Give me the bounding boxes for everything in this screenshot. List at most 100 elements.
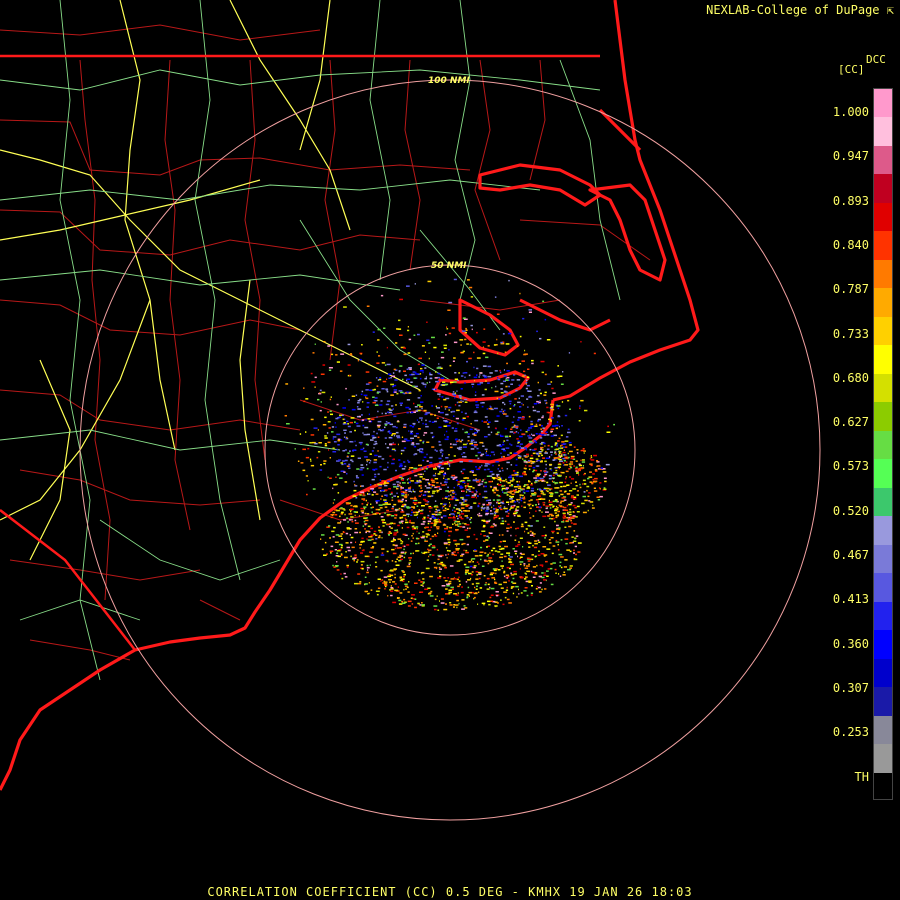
echo-pixel <box>336 361 340 363</box>
echo-pixel <box>391 496 394 499</box>
echo-pixel <box>506 439 509 442</box>
echo-pixel <box>440 503 443 505</box>
echo-pixel <box>531 359 534 362</box>
echo-pixel <box>549 507 552 509</box>
echo-pixel <box>387 595 389 597</box>
echo-pixel <box>363 507 366 510</box>
echo-pixel <box>469 518 471 521</box>
echo-pixel <box>535 433 538 435</box>
echo-pixel <box>481 565 485 567</box>
echo-pixel <box>497 569 501 571</box>
echo-pixel <box>496 594 499 597</box>
echo-pixel <box>420 591 424 593</box>
echo-pixel <box>452 492 455 495</box>
echo-pixel <box>330 353 334 356</box>
echo-pixel <box>444 438 449 441</box>
echo-pixel <box>495 515 499 517</box>
echo-pixel <box>491 572 495 574</box>
echo-pixel <box>311 381 316 383</box>
echo-pixel <box>503 581 507 584</box>
echo-pixel <box>401 482 406 484</box>
echo-pixel <box>466 527 469 530</box>
echo-pixel <box>365 419 367 421</box>
echo-pixel <box>516 484 520 486</box>
echo-pixel <box>548 539 551 541</box>
echo-pixel <box>413 445 417 448</box>
echo-pixel <box>523 501 526 504</box>
echo-pixel <box>584 499 588 502</box>
echo-pixel <box>395 431 399 434</box>
echo-pixel <box>327 411 329 413</box>
echo-pixel <box>459 583 461 586</box>
echo-pixel <box>448 505 451 508</box>
echo-pixel <box>352 450 354 452</box>
echo-pixel <box>582 465 584 467</box>
echo-pixel <box>412 532 414 535</box>
echo-pixel <box>489 499 491 501</box>
echo-pixel <box>518 485 522 488</box>
echo-pixel <box>429 554 432 556</box>
echo-pixel <box>548 418 551 421</box>
echo-pixel <box>527 368 530 370</box>
echo-pixel <box>361 344 363 346</box>
echo-pixel <box>394 589 399 592</box>
echo-pixel <box>495 509 499 511</box>
echo-pixel <box>518 501 520 504</box>
echo-pixel <box>541 511 543 513</box>
echo-pixel <box>440 367 443 370</box>
echo-pixel <box>515 474 519 476</box>
echo-pixel <box>445 334 447 336</box>
echo-pixel <box>384 506 388 508</box>
echo-pixel <box>575 516 578 518</box>
echo-pixel <box>370 589 373 591</box>
echo-pixel <box>327 345 331 347</box>
echo-pixel <box>475 538 478 540</box>
echo-pixel <box>530 570 533 573</box>
echo-pixel <box>429 373 433 376</box>
echo-pixel <box>403 461 406 463</box>
echo-pixel <box>494 390 499 393</box>
echo-pixel <box>514 426 519 428</box>
echo-pixel <box>413 377 417 379</box>
echo-pixel <box>470 441 473 443</box>
echo-pixel <box>454 520 457 523</box>
echo-pixel <box>354 421 356 423</box>
echo-pixel <box>418 495 421 497</box>
echo-pixel <box>564 559 568 561</box>
echo-pixel <box>472 487 475 489</box>
echo-pixel <box>576 452 579 454</box>
echo-pixel <box>510 428 513 430</box>
echo-pixel <box>322 364 326 366</box>
echo-pixel <box>465 581 468 583</box>
echo-pixel <box>508 385 510 388</box>
echo-pixel <box>345 542 349 544</box>
echo-pixel <box>544 572 546 574</box>
echo-pixel <box>582 483 584 485</box>
echo-pixel <box>484 481 488 484</box>
echo-pixel <box>399 365 403 367</box>
echo-pixel <box>506 566 510 569</box>
echo-pixel <box>408 563 410 566</box>
echo-pixel <box>483 328 486 330</box>
echo-pixel <box>353 489 357 492</box>
echo-pixel <box>446 425 451 427</box>
echo-pixel <box>506 501 509 503</box>
echo-pixel <box>412 552 414 555</box>
echo-pixel <box>538 509 540 512</box>
echo-pixel <box>477 451 482 454</box>
echo-pixel <box>416 550 420 552</box>
echo-pixel <box>351 441 354 443</box>
echo-pixel <box>450 381 454 384</box>
echo-pixel <box>562 512 566 515</box>
echo-pixel <box>339 515 341 518</box>
echo-pixel <box>515 509 519 512</box>
echo-pixel <box>523 461 528 463</box>
echo-pixel <box>517 416 522 419</box>
echo-pixel <box>435 405 437 408</box>
echo-pixel <box>536 400 539 403</box>
echo-pixel <box>446 468 450 470</box>
echo-pixel <box>388 531 391 533</box>
echo-pixel <box>347 423 349 425</box>
echo-pixel <box>513 470 516 472</box>
echo-pixel <box>447 478 450 480</box>
